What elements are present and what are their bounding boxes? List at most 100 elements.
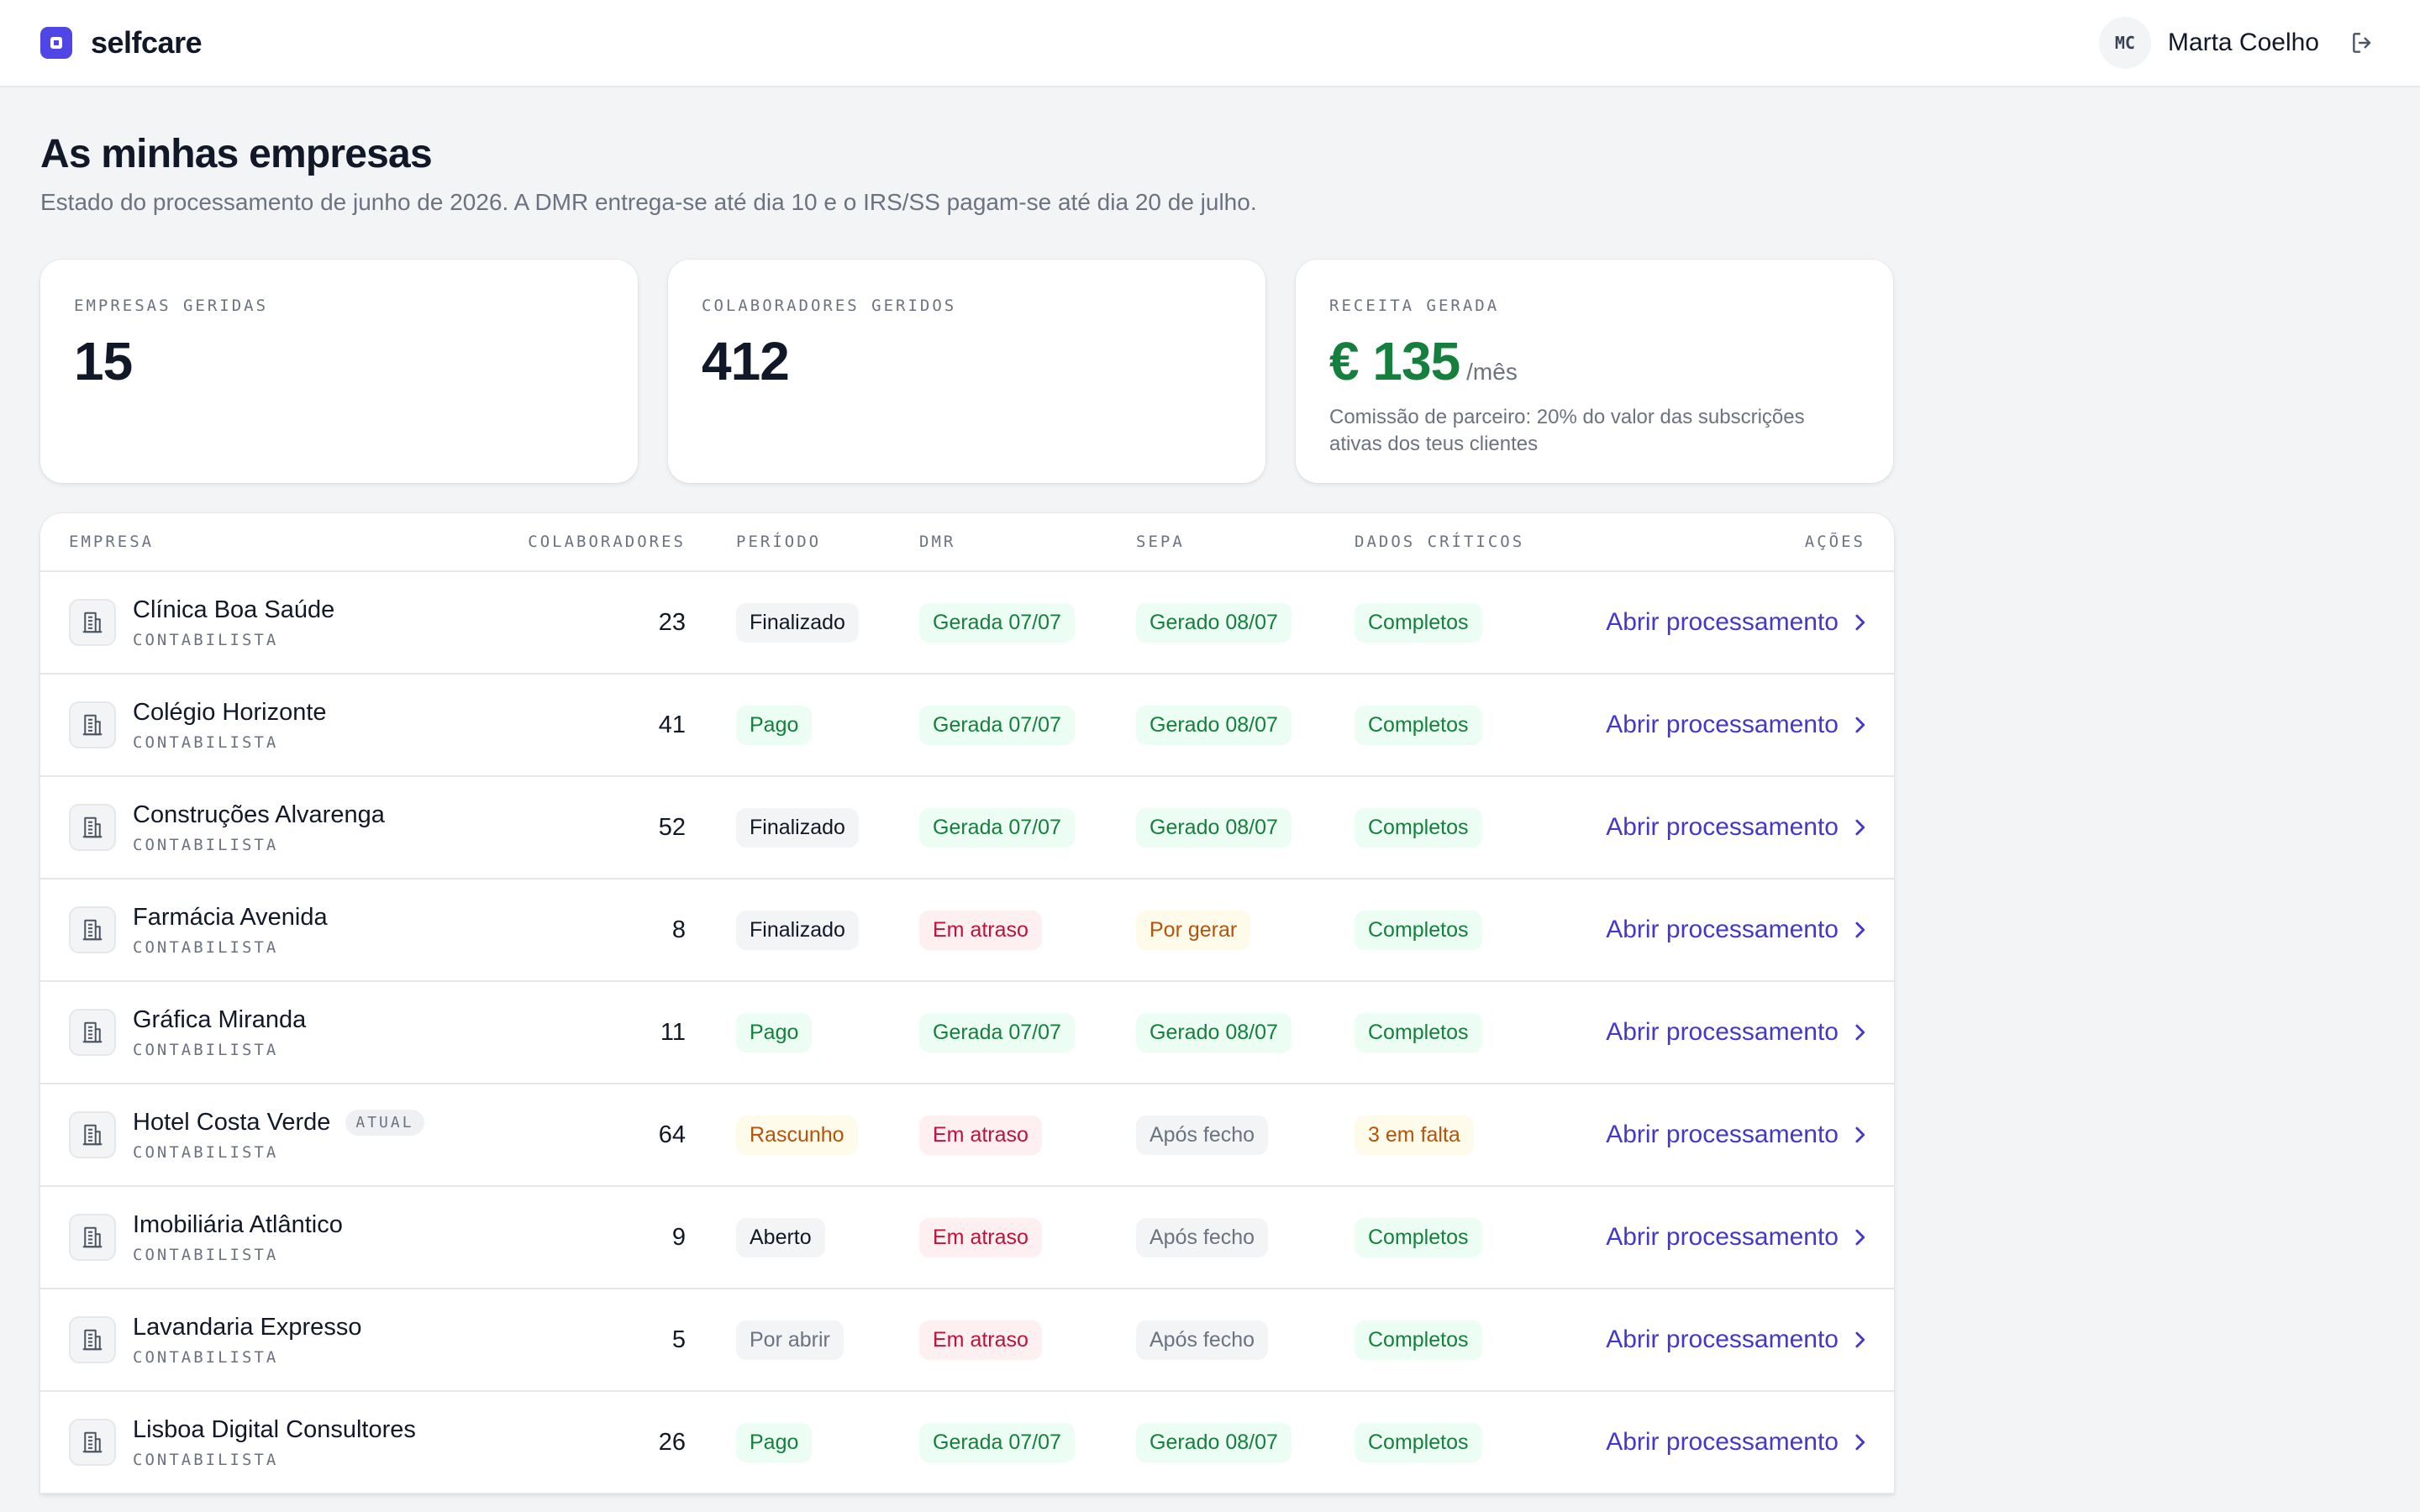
logout-icon[interactable] [2346,26,2380,60]
building-icon [69,1316,116,1363]
top-bar: selfcare MC Marta Coelho [0,0,2420,87]
periodo-cell: Por abrir [736,1320,919,1360]
table-row[interactable]: Imobiliária Atlântico CONTABILISTA 9 Abe… [40,1187,1894,1289]
open-processing-link[interactable]: Abrir processamento [1606,916,1865,944]
company-name: Lisboa Digital Consultores [133,1415,416,1443]
open-processing-link[interactable]: Abrir processamento [1606,711,1865,739]
sepa-cell: Por gerar [1136,910,1355,950]
company-name: Lavandaria Expresso [133,1313,362,1341]
table-row[interactable]: Colégio Horizonte CONTABILISTA 41 Pago G… [40,675,1894,777]
open-processing-link[interactable]: Abrir processamento [1606,1428,1865,1457]
table-body: Clínica Boa Saúde CONTABILISTA 23 Finali… [40,572,1894,1494]
company-name: Construções Alvarenga [133,801,385,828]
avatar[interactable]: MC [2098,17,2151,69]
open-processing-link[interactable]: Abrir processamento [1606,1223,1865,1252]
actions-cell: Abrir processamento [1573,1121,1894,1149]
dados-cell: Completos [1355,1422,1573,1462]
companies-table: EMPRESA COLABORADORES PERÍODO DMR SEPA D… [40,513,1894,1494]
company-role: CONTABILISTA [133,630,279,649]
sepa-status-badge: Gerado 08/07 [1136,807,1292,848]
table-row[interactable]: Lisboa Digital Consultores CONTABILISTA … [40,1392,1894,1494]
periodo-cell: Pago [736,1422,919,1462]
dmr-status-badge: Em atraso [919,910,1042,950]
periodo-cell: Finalizado [736,807,919,848]
sepa-cell: Gerado 08/07 [1136,1422,1355,1462]
open-processing-link[interactable]: Abrir processamento [1606,1326,1865,1354]
company-cell: Imobiliária Atlântico CONTABILISTA [40,1211,450,1264]
open-processing-label: Abrir processamento [1606,711,1839,738]
building-icon [69,701,116,748]
periodo-cell: Aberto [736,1217,919,1257]
page-title: As minhas empresas [40,132,433,176]
main-content: As minhas empresas Estado do processamen… [40,87,1894,1494]
dmr-status-badge: Em atraso [919,1115,1042,1155]
table-row[interactable]: Clínica Boa Saúde CONTABILISTA 23 Finali… [40,572,1894,675]
open-processing-link[interactable]: Abrir processamento [1606,1018,1865,1047]
sepa-status-badge: Gerado 08/07 [1136,602,1292,643]
actions-cell: Abrir processamento [1573,1326,1894,1354]
building-icon [69,1214,116,1261]
dmr-status-badge: Gerada 07/07 [919,807,1075,848]
sepa-cell: Gerado 08/07 [1136,602,1355,643]
company-cell: Colégio Horizonte CONTABILISTA [40,699,450,752]
dados-cell: Completos [1355,1217,1573,1257]
building-icon [69,1111,116,1158]
colaboradores-cell: 52 [450,814,736,842]
table-row[interactable]: Hotel Costa Verde ATUAL CONTABILISTA 64 … [40,1084,1894,1187]
open-processing-label: Abrir processamento [1606,1121,1839,1148]
actions-cell: Abrir processamento [1573,608,1894,637]
header-acoes: AÇÕES [1804,533,1865,551]
sepa-cell: Após fecho [1136,1320,1355,1360]
table-row[interactable]: Construções Alvarenga CONTABILISTA 52 Fi… [40,777,1894,879]
table-row[interactable]: Gráfica Miranda CONTABILISTA 11 Pago Ger… [40,982,1894,1084]
company-cell: Lisboa Digital Consultores CONTABILISTA [40,1416,450,1469]
company-role: CONTABILISTA [133,732,279,752]
header-dados-criticos: DADOS CRÍTICOS [1355,533,1525,551]
brand[interactable]: selfcare [40,25,203,60]
dados-status-badge: Completos [1355,1422,1482,1462]
table-row[interactable]: Lavandaria Expresso CONTABILISTA 5 Por a… [40,1289,1894,1392]
stat-value-wrapper: € 135/mês [1329,330,1860,392]
chevron-right-icon [1855,1229,1865,1246]
stats-cards: EMPRESAS GERIDAS 15 COLABORADORES GERIDO… [40,260,1894,483]
stat-card-empresas: EMPRESAS GERIDAS 15 [40,260,638,483]
sepa-cell: Gerado 08/07 [1136,1012,1355,1053]
dmr-cell: Gerada 07/07 [919,1422,1136,1462]
chevron-right-icon [1855,1434,1865,1451]
sepa-cell: Gerado 08/07 [1136,705,1355,745]
dados-status-badge: Completos [1355,1012,1482,1053]
table-header: EMPRESA COLABORADORES PERÍODO DMR SEPA D… [40,513,1894,572]
sepa-cell: Gerado 08/07 [1136,807,1355,848]
dmr-cell: Gerada 07/07 [919,602,1136,643]
open-processing-link[interactable]: Abrir processamento [1606,608,1865,637]
dmr-status-badge: Em atraso [919,1217,1042,1257]
colaboradores-count: 9 [671,1223,686,1251]
stat-card-colaboradores: COLABORADORES GERIDOS 412 [668,260,1265,483]
actions-cell: Abrir processamento [1573,1018,1894,1047]
sepa-status-badge: Após fecho [1136,1320,1269,1360]
company-role: CONTABILISTA [133,937,279,957]
actions-cell: Abrir processamento [1573,1223,1894,1252]
company-cell: Farmácia Avenida CONTABILISTA [40,904,450,957]
open-processing-link[interactable]: Abrir processamento [1606,1121,1865,1149]
brand-name: selfcare [91,25,203,60]
dmr-status-badge: Gerada 07/07 [919,1422,1075,1462]
company-cell: Lavandaria Expresso CONTABILISTA [40,1314,450,1367]
colaboradores-count: 11 [660,1018,686,1046]
company-cell: Clínica Boa Saúde CONTABILISTA [40,596,450,649]
company-role: CONTABILISTA [133,1040,279,1059]
open-processing-link[interactable]: Abrir processamento [1606,813,1865,842]
sepa-status-badge: Por gerar [1136,910,1251,950]
stat-label: RECEITA GERADA [1329,297,1500,315]
colaboradores-cell: 41 [450,711,736,739]
periodo-status-badge: Rascunho [736,1115,858,1155]
open-processing-label: Abrir processamento [1606,1223,1839,1251]
building-icon [69,1009,116,1056]
colaboradores-count: 41 [658,711,686,738]
table-row[interactable]: Farmácia Avenida CONTABILISTA 8 Finaliza… [40,879,1894,982]
chevron-right-icon [1855,819,1865,836]
periodo-status-badge: Pago [736,1012,813,1053]
chevron-right-icon [1855,614,1865,631]
dados-status-badge: Completos [1355,602,1482,643]
colaboradores-cell: 5 [450,1326,736,1354]
